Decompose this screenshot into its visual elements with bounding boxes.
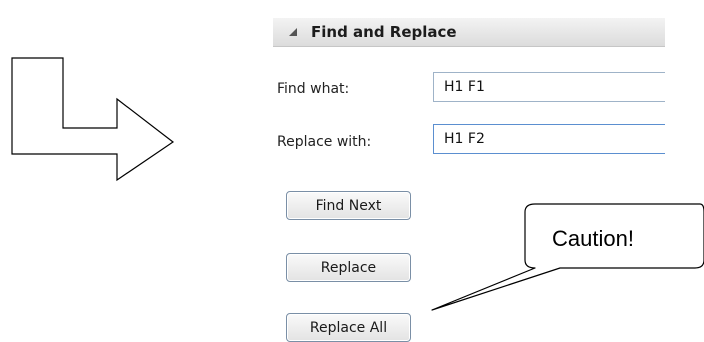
caution-callout: [431, 203, 704, 311]
caution-callout-text: Caution!: [552, 226, 634, 251]
